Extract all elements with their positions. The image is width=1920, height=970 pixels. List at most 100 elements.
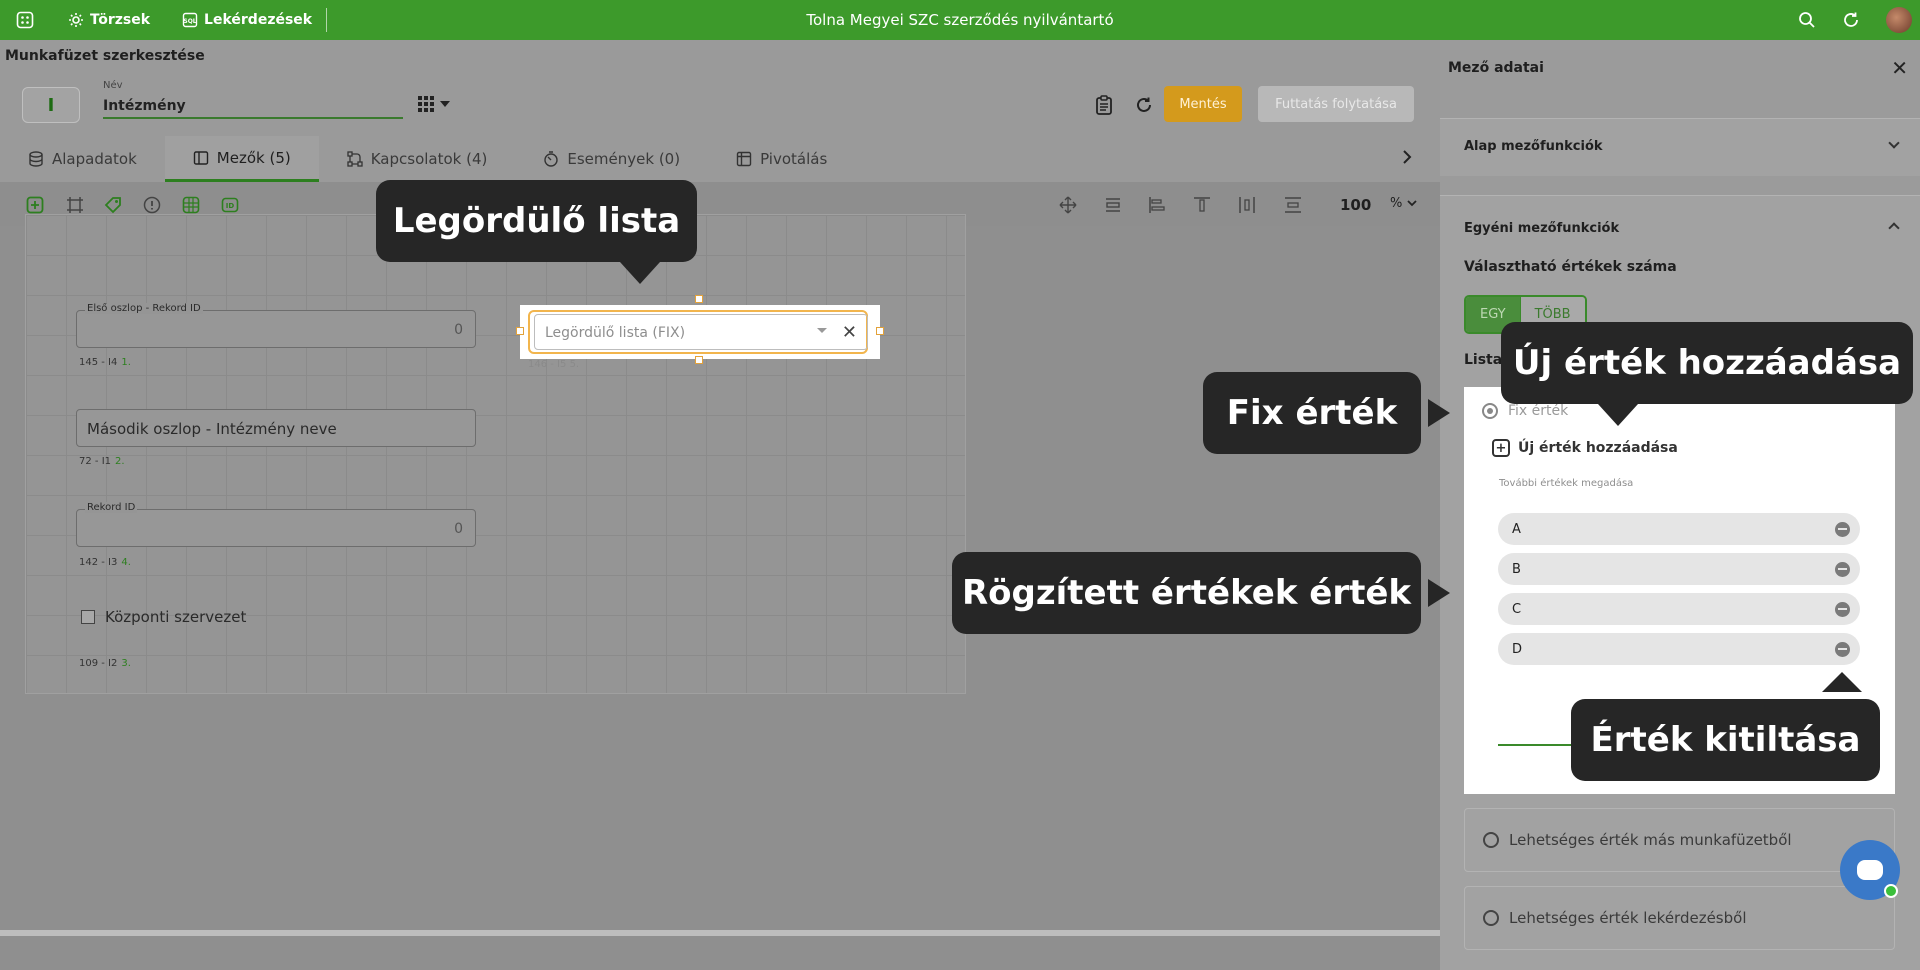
frame-icon[interactable] [64,194,86,216]
apps-icon[interactable] [0,11,50,29]
option-other-workbook[interactable]: Lehetséges érték más munkafüzetből [1464,808,1895,872]
section-title: Egyéni mezőfunkciók [1464,221,1620,236]
resize-handle-right[interactable] [876,327,884,335]
distribute-horizontal-icon[interactable] [1236,194,1258,216]
field-label: Rekord ID [85,502,138,513]
field-meta-id: 109 - I2 [79,658,118,669]
radio-icon[interactable] [1483,910,1499,926]
remove-icon[interactable] [1835,642,1850,657]
run-continue-button[interactable]: Futtatás folytatása [1258,86,1414,122]
avatar[interactable] [1886,7,1912,33]
refresh-icon[interactable] [1842,11,1860,29]
add-icon: + [1492,439,1510,457]
radio-icon[interactable] [1482,403,1498,419]
id-icon[interactable]: ID [219,194,241,216]
chevron-right-icon[interactable] [1402,150,1412,164]
value-item[interactable]: B [1498,553,1860,585]
caret-down-icon [440,101,450,107]
page-title: Munkafüzet szerkesztése [5,48,205,64]
option-query[interactable]: Lehetséges érték lekérdezésből [1464,886,1895,950]
resize-handle-top[interactable] [695,295,703,303]
value-item[interactable]: A [1498,513,1860,545]
chevron-up-icon[interactable] [1888,222,1900,234]
layout-menu[interactable] [418,96,450,112]
field-meta-num: 2. [115,456,125,467]
zoom-value[interactable]: 100 [1340,196,1371,214]
tab-esemenyek[interactable]: Események (0) [515,136,708,182]
resize-handle-bottom[interactable] [695,356,703,364]
online-status-dot [1884,884,1898,898]
nav-torzsek[interactable]: Törzsek [68,12,150,28]
globe-icon[interactable] [180,194,202,216]
align-left-icon[interactable] [1146,194,1168,216]
tab-mezok[interactable]: Mezők (5) [164,136,319,182]
field-rekord-id-first[interactable]: Első oszlop - Rekord ID 0 [76,303,476,348]
field-kozponti-szervezet[interactable]: Központi szervezet [81,608,246,626]
value-item[interactable]: C [1498,593,1860,625]
remove-icon[interactable] [1835,562,1850,577]
checkbox-label: Központi szervezet [105,608,247,626]
events-icon [544,151,559,167]
move-icon[interactable] [1057,194,1079,216]
field-text: Második oszlop - Intézmény neve [87,420,337,438]
form-canvas[interactable]: Első oszlop - Rekord ID 0 145 - I4 1. Más… [25,214,966,694]
callout-pointer [1428,399,1450,427]
close-icon[interactable]: ✕ [1891,56,1908,80]
chat-icon [1857,860,1883,880]
name-label: Név [103,80,123,91]
section-basic-functions[interactable]: Alap mezőfunkciók [1440,118,1920,176]
field-meta-id: 146 - I5 [528,359,567,370]
field-meta-id: 142 - I3 [79,557,118,568]
value-item[interactable]: D [1498,633,1860,665]
callout-pointer [1822,672,1862,692]
tab-pivotalas[interactable]: Pivotálás [708,136,855,182]
field-intezmeny-neve[interactable]: Második oszlop - Intézmény neve [76,409,476,447]
zoom-unit-select[interactable]: % [1390,196,1417,211]
tag-icon[interactable] [102,194,124,216]
name-input[interactable]: Intézmény [103,95,403,119]
dropdown-input[interactable]: Legördülő lista (FIX) ✕ [534,314,868,350]
field-rekord-id[interactable]: Rekord ID 0 [76,502,476,547]
remove-icon[interactable] [1835,602,1850,617]
close-icon[interactable]: ✕ [842,322,857,343]
workbook-badge[interactable]: I [22,87,80,123]
callout-pointer [620,262,660,284]
chat-button[interactable] [1840,840,1900,900]
caret-down-icon[interactable] [817,328,827,333]
tab-kapcsolatok[interactable]: Kapcsolatok (4) [319,136,516,182]
alert-icon[interactable] [141,194,163,216]
align-rows-icon[interactable] [1102,194,1124,216]
clipboard-icon[interactable] [1091,92,1117,118]
chevron-down-icon [1888,137,1900,149]
radio-icon[interactable] [1483,832,1499,848]
editor-header: Munkafüzet szerkesztése I Név Intézmény … [0,40,1440,136]
checkbox[interactable] [81,610,95,624]
add-field-icon[interactable] [24,194,46,216]
distribute-vertical-icon[interactable] [1282,194,1304,216]
selected-dropdown-field[interactable]: Legördülő lista (FIX) ✕ [520,305,880,359]
horizontal-scrollbar[interactable] [0,930,1440,936]
save-button[interactable]: Mentés [1164,86,1242,122]
pivot-icon [736,151,752,167]
reload-icon[interactable] [1131,92,1157,118]
sql-icon: SQL [182,12,198,28]
tab-alapadatok[interactable]: Alapadatok [0,136,165,182]
field-meta-num: 1. [121,357,131,368]
remove-icon[interactable] [1835,522,1850,537]
tab-kapcsolatok-label: Kapcsolatok (4) [370,150,488,168]
callout-dropdown: Legördülő lista [376,180,697,262]
align-top-icon[interactable] [1191,194,1213,216]
radio-fix-value[interactable]: Fix érték [1482,403,1568,419]
gear-icon [69,13,83,27]
search-icon[interactable] [1798,11,1816,29]
nav-lekerdezesek[interactable]: SQL Lekérdezések [182,12,312,28]
field-meta: 145 - I4 1. [79,357,131,368]
callout-fixed-values: Rögzített értékek érték [952,552,1421,634]
field-meta: 146 - I5 5. [528,359,579,370]
field-meta: 109 - I2 3. [79,658,131,669]
resize-handle-left[interactable] [516,327,524,335]
more-values-hint: További értékek megadása [1499,478,1634,489]
callout-add-new: Új érték hozzáadása [1501,322,1913,404]
add-value-button[interactable]: + Új érték hozzáadása [1492,439,1678,457]
tab-esemenyek-label: Események (0) [567,150,681,168]
